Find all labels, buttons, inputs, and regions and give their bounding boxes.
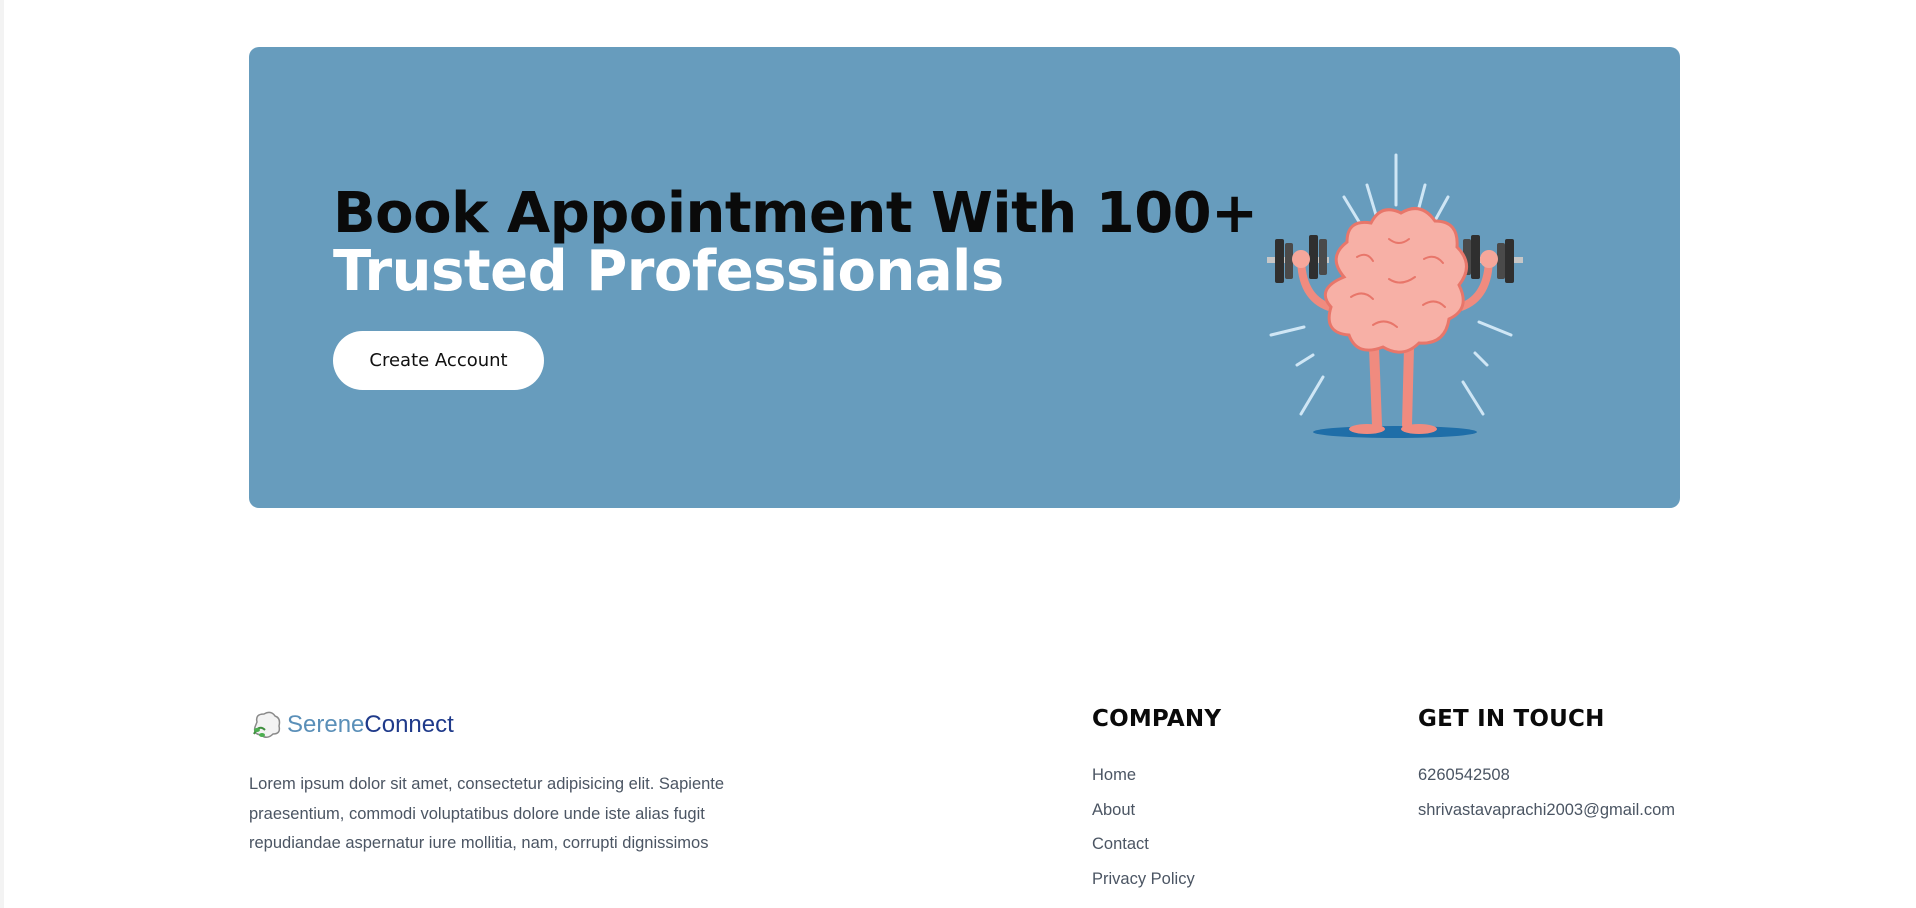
contact-email: shrivastavaprachi2003@gmail.com [1418, 800, 1676, 819]
footer-description: Lorem ipsum dolor sit amet, consectetur … [249, 775, 725, 852]
footer-link-home[interactable]: Home [1092, 758, 1195, 793]
brand-name-part1: Serene [287, 711, 365, 738]
footer-link-about[interactable]: About [1092, 793, 1195, 828]
appointment-banner: Book Appointment With 100+ Trusted Profe… [249, 47, 1680, 508]
contact-phone: 6260542508 [1418, 766, 1510, 784]
footer-link-contact[interactable]: Contact [1092, 827, 1195, 862]
get-in-touch-heading: GET IN TOUCH [1418, 706, 1605, 732]
company-heading: COMPANY [1092, 706, 1222, 732]
brain-leaf-logo-icon [253, 711, 281, 738]
brand-name: SereneConnect [287, 711, 454, 739]
brand-name-part2: Connect [364, 711, 454, 738]
company-links: Home About Contact Privacy Policy [1092, 758, 1195, 896]
brain-lifting-dumbbells-icon [1267, 153, 1523, 438]
banner-heading: Book Appointment With 100+ Trusted Profe… [333, 185, 1258, 301]
create-account-button[interactable]: Create Account [333, 331, 544, 390]
page: Book Appointment With 100+ Trusted Profe… [0, 0, 1916, 908]
contact-list: 6260542508 shrivastavaprachi2003@gmail.c… [1418, 758, 1675, 827]
banner-heading-line2: Trusted Professionals [333, 239, 1004, 304]
brand-logo[interactable]: SereneConnect [249, 708, 454, 742]
banner-heading-line1: Book Appointment With 100+ [333, 181, 1258, 246]
footer-link-privacy-policy[interactable]: Privacy Policy [1092, 862, 1195, 897]
